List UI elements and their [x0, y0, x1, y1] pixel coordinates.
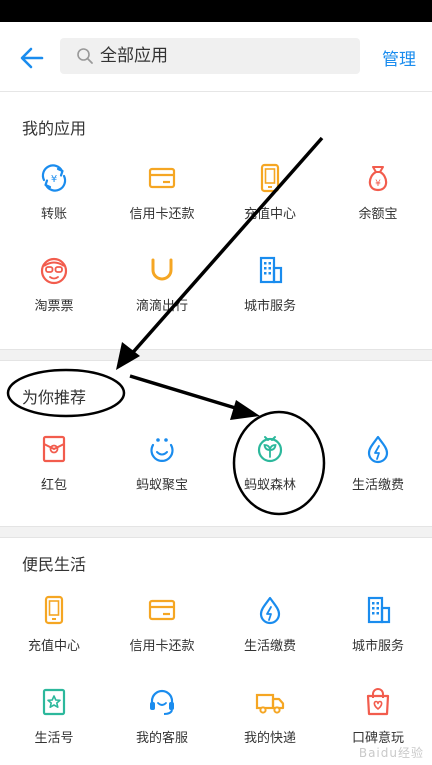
water-drop-icon	[367, 435, 389, 464]
watermark: Baidu经验	[358, 746, 424, 760]
credit-card-icon	[148, 167, 176, 189]
app-utility-payment[interactable]: 生活缴费	[324, 420, 432, 512]
app-yuebao[interactable]: ¥ 余额宝	[324, 149, 432, 241]
phone-icon	[44, 595, 64, 625]
phone-icon	[260, 163, 280, 193]
smile-icon	[150, 438, 174, 462]
app-customer-service[interactable]: 我的客服	[108, 673, 216, 765]
red-packet-icon	[42, 435, 66, 463]
app-city-services[interactable]: 城市服务	[216, 241, 324, 333]
section-divider	[0, 526, 432, 538]
app-label: 城市服务	[243, 299, 296, 314]
app-label: 生活缴费	[351, 478, 404, 493]
credit-card-icon	[148, 599, 176, 621]
section-title-convenience: 便民生活	[22, 555, 87, 574]
app-label: 信用卡还款	[129, 207, 195, 222]
convenience-section: 便民生活 充值中心 信用卡还款 生活缴费 城市服务 生活号 我的客服 我的快递 …	[0, 539, 432, 765]
app-ant-forest[interactable]: 蚂蚁森林	[216, 420, 324, 512]
app-label: 红包	[40, 478, 67, 493]
search-box[interactable]	[60, 38, 360, 74]
didi-icon	[151, 258, 173, 281]
my-apps-section: 我的应用 ¥ 转账 信用卡还款 充值中心 ¥ 余额宝 淘票票 滴滴出行 城市服务	[0, 93, 432, 349]
recommended-grid: 红包 蚂蚁聚宝 蚂蚁森林 生活缴费	[0, 420, 432, 512]
back-arrow-icon[interactable]	[18, 44, 46, 72]
gift-bag-icon	[366, 688, 390, 716]
transfer-icon: ¥	[41, 164, 67, 192]
header-bar: 管理	[0, 22, 432, 92]
app-didi[interactable]: 滴滴出行	[108, 241, 216, 333]
app-life-account[interactable]: 生活号	[0, 673, 108, 765]
section-title-recommended: 为你推荐	[22, 388, 87, 407]
svg-text:¥: ¥	[51, 174, 57, 185]
ticket-face-icon	[40, 257, 68, 285]
app-label: 转账	[40, 207, 67, 222]
water-drop-icon	[259, 596, 281, 625]
app-recharge-center[interactable]: 充值中心	[0, 581, 108, 673]
app-label: 蚂蚁森林	[243, 478, 296, 493]
app-city-services[interactable]: 城市服务	[324, 581, 432, 673]
status-bar	[0, 0, 432, 22]
app-credit-card-repay[interactable]: 信用卡还款	[108, 149, 216, 241]
search-icon	[77, 48, 93, 64]
my-apps-grid: ¥ 转账 信用卡还款 充值中心 ¥ 余额宝 淘票票 滴滴出行 城市服务	[0, 149, 432, 333]
app-label: 充值中心	[243, 207, 296, 222]
app-label: 充值中心	[27, 639, 80, 654]
app-label: 生活缴费	[243, 639, 296, 654]
search-input[interactable]	[100, 38, 350, 74]
app-taopiaopiao[interactable]: 淘票票	[0, 241, 108, 333]
truck-icon	[255, 693, 285, 714]
app-label: 我的快递	[243, 731, 296, 746]
app-label: 蚂蚁聚宝	[135, 478, 188, 493]
building-icon	[367, 596, 391, 624]
money-bag-icon: ¥	[368, 166, 388, 192]
app-transfer[interactable]: ¥ 转账	[0, 149, 108, 241]
app-label: 生活号	[34, 731, 74, 746]
app-label: 淘票票	[34, 299, 74, 314]
app-ant-jubao[interactable]: 蚂蚁聚宝	[108, 420, 216, 512]
svg-text:¥: ¥	[375, 179, 381, 189]
app-my-express[interactable]: 我的快递	[216, 673, 324, 765]
convenience-grid: 充值中心 信用卡还款 生活缴费 城市服务 生活号 我的客服 我的快递 口碑意玩	[0, 581, 432, 765]
recommended-section: 为你推荐 红包 蚂蚁聚宝 蚂蚁森林 生活缴费	[0, 362, 432, 526]
app-red-packet[interactable]: 红包	[0, 420, 108, 512]
section-title-my-apps: 我的应用	[22, 119, 87, 138]
section-divider	[0, 349, 432, 361]
sprout-icon	[257, 436, 283, 463]
app-utility-payment[interactable]: 生活缴费	[216, 581, 324, 673]
star-card-icon	[42, 688, 66, 716]
app-label: 信用卡还款	[129, 639, 195, 654]
app-label: 城市服务	[351, 639, 404, 654]
app-label: 余额宝	[358, 207, 398, 222]
app-recharge-center[interactable]: 充值中心	[216, 149, 324, 241]
manage-button[interactable]: 管理	[382, 45, 416, 70]
app-credit-card-repay[interactable]: 信用卡还款	[108, 581, 216, 673]
building-icon	[259, 256, 283, 284]
headset-icon	[150, 689, 174, 715]
app-label: 我的客服	[135, 731, 188, 746]
app-label: 滴滴出行	[135, 299, 188, 314]
